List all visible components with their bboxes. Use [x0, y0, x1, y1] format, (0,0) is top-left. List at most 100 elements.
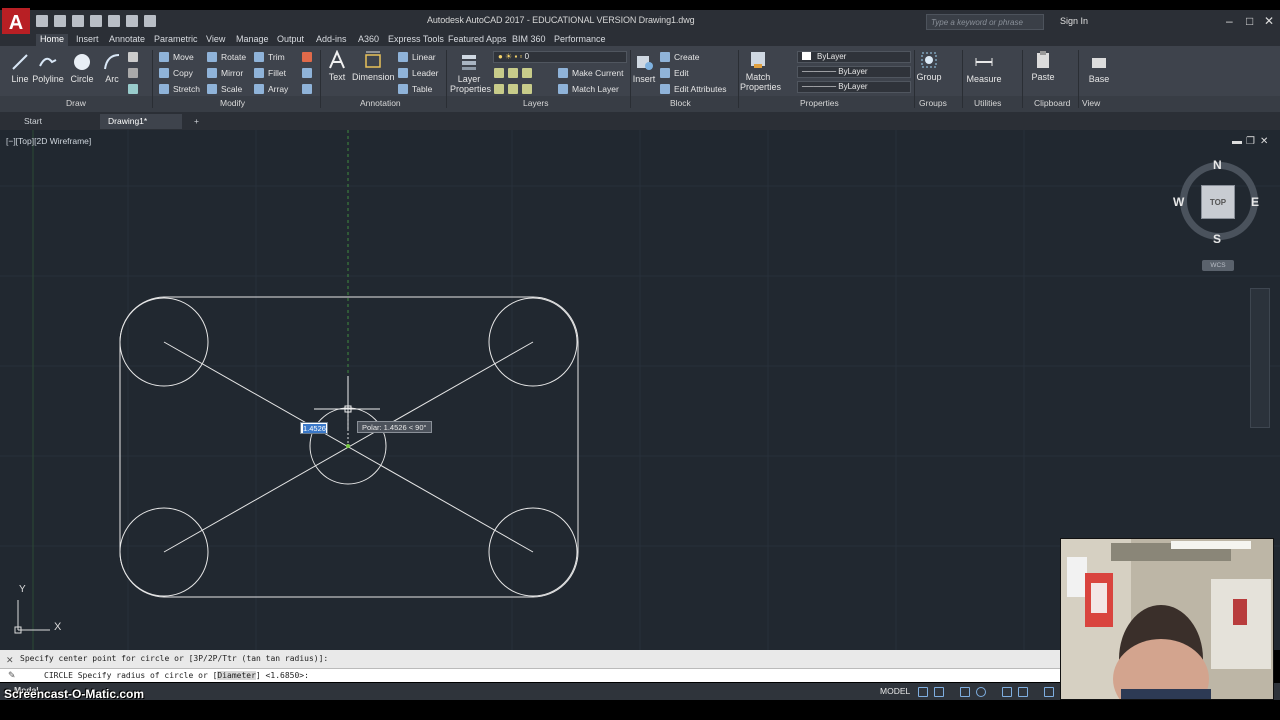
viewcube-north[interactable]: N: [1213, 158, 1222, 172]
viewport-controls-label[interactable]: [−][Top][2D Wireframe]: [6, 136, 91, 146]
scale-button[interactable]: Scale: [207, 84, 242, 94]
mirror-button[interactable]: Mirror: [207, 68, 243, 78]
viewport-minimize-icon[interactable]: ▬: [1232, 136, 1242, 147]
isodraft-icon[interactable]: [1002, 687, 1012, 697]
move-button[interactable]: Move: [159, 52, 194, 62]
stretch-button[interactable]: Stretch: [159, 84, 200, 94]
ortho-icon[interactable]: [960, 687, 970, 697]
utilities-panel-label[interactable]: Utilities: [974, 98, 1001, 108]
layer-properties-button[interactable]: Layer Properties: [450, 52, 491, 94]
make-current-button[interactable]: Make Current: [558, 68, 624, 78]
save-as-icon[interactable]: [90, 15, 102, 27]
viewcube-top-face[interactable]: TOP: [1201, 185, 1235, 219]
viewcube-east[interactable]: E: [1251, 195, 1259, 209]
clipboard-panel-label[interactable]: Clipboard: [1034, 98, 1070, 108]
color-dropdown[interactable]: ByLayer: [797, 51, 911, 63]
line-button[interactable]: Line: [8, 52, 32, 84]
viewport-close-icon[interactable]: ✕: [1260, 136, 1268, 147]
tab-a360[interactable]: A360: [358, 34, 379, 44]
new-tab-button[interactable]: +: [186, 114, 207, 129]
modify-panel-label[interactable]: Modify: [220, 98, 245, 108]
linetype-dropdown[interactable]: ────── ByLayer: [797, 81, 911, 93]
search-input[interactable]: Type a keyword or phrase: [926, 14, 1044, 30]
base-view-button[interactable]: Base: [1086, 52, 1112, 84]
fillet-button[interactable]: Fillet: [254, 68, 286, 78]
tab-add-ins[interactable]: Add-ins: [316, 34, 347, 44]
annotation-panel-label[interactable]: Annotation: [360, 98, 401, 108]
layer-dropdown[interactable]: ● ☀ ▪ ▫ 0: [493, 51, 627, 63]
command-close-icon[interactable]: ✕: [6, 655, 14, 666]
wrench-icon[interactable]: ✎: [8, 670, 16, 681]
edit-block-button[interactable]: Edit: [660, 68, 689, 78]
new-icon[interactable]: [36, 15, 48, 27]
navigation-bar[interactable]: [1250, 288, 1270, 428]
paste-button[interactable]: Paste: [1028, 50, 1058, 82]
rectangle-button[interactable]: [128, 52, 142, 62]
drawing-tab[interactable]: Drawing1*: [100, 114, 182, 129]
circle-button[interactable]: Circle: [68, 52, 96, 84]
layers-panel-label[interactable]: Layers: [523, 98, 549, 108]
undo-icon[interactable]: [126, 15, 138, 27]
polar-icon[interactable]: [976, 687, 986, 697]
command-input[interactable]: CIRCLE Specify radius of circle or [Diam…: [0, 668, 1060, 682]
copy-button[interactable]: Copy: [159, 68, 193, 78]
linear-button[interactable]: Linear: [398, 52, 436, 62]
save-icon[interactable]: [72, 15, 84, 27]
model-space-button[interactable]: MODEL: [880, 686, 910, 696]
minimize-icon[interactable]: –: [1226, 14, 1233, 28]
dimension-button[interactable]: Dimension: [352, 50, 395, 82]
text-button[interactable]: Text: [326, 50, 348, 82]
tab-performance[interactable]: Performance: [554, 34, 606, 44]
tab-output[interactable]: Output: [277, 34, 304, 44]
layer-state-icons[interactable]: [494, 68, 536, 78]
leader-button[interactable]: Leader: [398, 68, 438, 78]
block-panel-label[interactable]: Block: [670, 98, 691, 108]
start-tab[interactable]: Start: [16, 114, 96, 129]
wcs-menu[interactable]: WCS: [1202, 260, 1234, 271]
tab-view[interactable]: View: [206, 34, 225, 44]
tab-manage[interactable]: Manage: [236, 34, 269, 44]
insert-button[interactable]: Insert: [632, 52, 656, 84]
tab-featured-apps[interactable]: Featured Apps: [448, 34, 507, 44]
tab-annotate[interactable]: Annotate: [109, 34, 145, 44]
close-icon[interactable]: ✕: [1264, 14, 1274, 28]
plot-icon[interactable]: [108, 15, 120, 27]
explode-button[interactable]: [302, 68, 316, 78]
layer-walk-icons[interactable]: [494, 84, 536, 94]
view-panel-label[interactable]: View: [1082, 98, 1100, 108]
redo-icon[interactable]: [144, 15, 156, 27]
snap-icon[interactable]: [934, 687, 944, 697]
hatch-button[interactable]: [128, 68, 142, 78]
lineweight-dropdown[interactable]: ────── ByLayer: [797, 66, 911, 78]
object-snap-tracking-icon[interactable]: [1018, 687, 1028, 697]
measure-button[interactable]: Measure: [966, 52, 1002, 84]
maximize-icon[interactable]: □: [1246, 14, 1253, 28]
create-block-button[interactable]: Create: [660, 52, 700, 62]
erase-button[interactable]: [302, 52, 316, 62]
properties-panel-label[interactable]: Properties: [800, 98, 839, 108]
group-button[interactable]: Group: [916, 50, 942, 82]
gradient-button[interactable]: [128, 84, 142, 94]
match-layer-button[interactable]: Match Layer: [558, 84, 619, 94]
tab-bim-360[interactable]: BIM 360: [512, 34, 546, 44]
table-button[interactable]: Table: [398, 84, 432, 94]
viewcube-west[interactable]: W: [1173, 195, 1184, 209]
tab-insert[interactable]: Insert: [76, 34, 99, 44]
rotate-button[interactable]: Rotate: [207, 52, 246, 62]
viewcube-south[interactable]: S: [1213, 232, 1221, 246]
polyline-button[interactable]: Polyline: [32, 52, 64, 84]
grid-icon[interactable]: [918, 687, 928, 697]
trim-button[interactable]: Trim: [254, 52, 285, 62]
offset-button[interactable]: [302, 84, 316, 94]
groups-panel-label[interactable]: Groups: [919, 98, 947, 108]
tab-express-tools[interactable]: Express Tools: [388, 34, 444, 44]
object-snap-icon[interactable]: [1044, 687, 1054, 697]
match-properties-button[interactable]: Match Properties: [740, 50, 781, 92]
dynamic-input-box[interactable]: 1.4526: [300, 422, 328, 434]
open-icon[interactable]: [54, 15, 66, 27]
viewport-restore-icon[interactable]: ❐: [1246, 136, 1255, 147]
sign-in-button[interactable]: Sign In: [1060, 16, 1088, 26]
edit-attributes-button[interactable]: Edit Attributes: [660, 84, 726, 94]
array-button[interactable]: Array: [254, 84, 288, 94]
tab-parametric[interactable]: Parametric: [154, 34, 198, 44]
